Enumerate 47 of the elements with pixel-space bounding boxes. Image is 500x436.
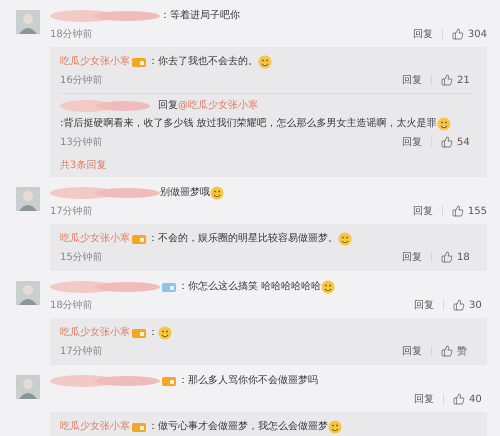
member-badge-icon [162, 282, 176, 292]
like-button[interactable]: 赞 [441, 344, 475, 358]
comment-time: 18分钟前 [50, 298, 94, 312]
comment-text: ：那么多人骂你你不会做噩梦吗 [178, 374, 318, 388]
thumbs-up-icon [452, 205, 464, 217]
like-button[interactable]: 18 [441, 251, 475, 263]
member-badge-icon [162, 376, 176, 386]
reply-link[interactable]: 回复 [414, 392, 434, 406]
member-badge-icon [132, 56, 146, 68]
comment-time: 18分钟前 [50, 28, 94, 41]
member-badge-icon [132, 422, 146, 432]
reply-link[interactable]: 回复 [412, 204, 433, 218]
member-badge-icon [132, 234, 146, 244]
reply-link[interactable]: 回复 [402, 73, 422, 87]
like-button[interactable]: 30 [453, 299, 487, 311]
thumbs-up-icon [452, 28, 464, 40]
comment-time: 13分钟前 [60, 136, 104, 149]
reply-link[interactable]: 回复 [402, 135, 422, 149]
reply-link[interactable]: 回复 [402, 344, 422, 358]
comment-text: ：你怎么这么搞笑 哈哈哈哈哈哈 [178, 280, 322, 294]
like-button[interactable]: 54 [441, 136, 475, 148]
member-badge-icon [132, 328, 146, 338]
reply-text: ：做亏心事才会做噩梦，我怎么会做噩梦 [148, 420, 328, 434]
comment-time: 15分钟前 [60, 250, 104, 264]
thumbs-up-icon [441, 136, 453, 148]
like-button[interactable]: 21 [441, 74, 475, 86]
thumbs-up-icon [441, 345, 453, 357]
comment-text: 别做噩梦哦 [160, 186, 210, 200]
reply-link[interactable]: 回复 [412, 27, 433, 41]
reply-text: :背后挺硬啊看来，收了多少钱 放过我们荣耀吧，怎么那么多男女主造谣啊，太火是罪 [60, 116, 437, 131]
comment-time: 17分钟前 [60, 344, 104, 358]
reply-text: ：你去了我也不会去的。 [148, 54, 258, 69]
thumbs-up-icon [453, 299, 465, 311]
thumbs-up-icon [453, 393, 465, 405]
comment-time: 17分钟前 [50, 204, 94, 218]
comment-text: ：等着进局子吧你 [160, 8, 240, 23]
like-button[interactable]: 155 [452, 205, 487, 217]
like-button[interactable]: 40 [453, 393, 487, 405]
reply-link[interactable]: 回复 [414, 298, 434, 312]
reply-link[interactable]: 回复 [402, 250, 422, 264]
reply-text: ： [148, 326, 158, 340]
like-button[interactable]: 304 [452, 28, 487, 40]
thumbs-up-icon [441, 251, 453, 263]
comment-time: 16分钟前 [60, 74, 104, 87]
reply-prefix: 回复 [158, 99, 178, 113]
reply-text: ：不会的，娱乐圈的明星比较容易做噩梦。 [148, 232, 338, 246]
thumbs-up-icon [441, 74, 453, 86]
